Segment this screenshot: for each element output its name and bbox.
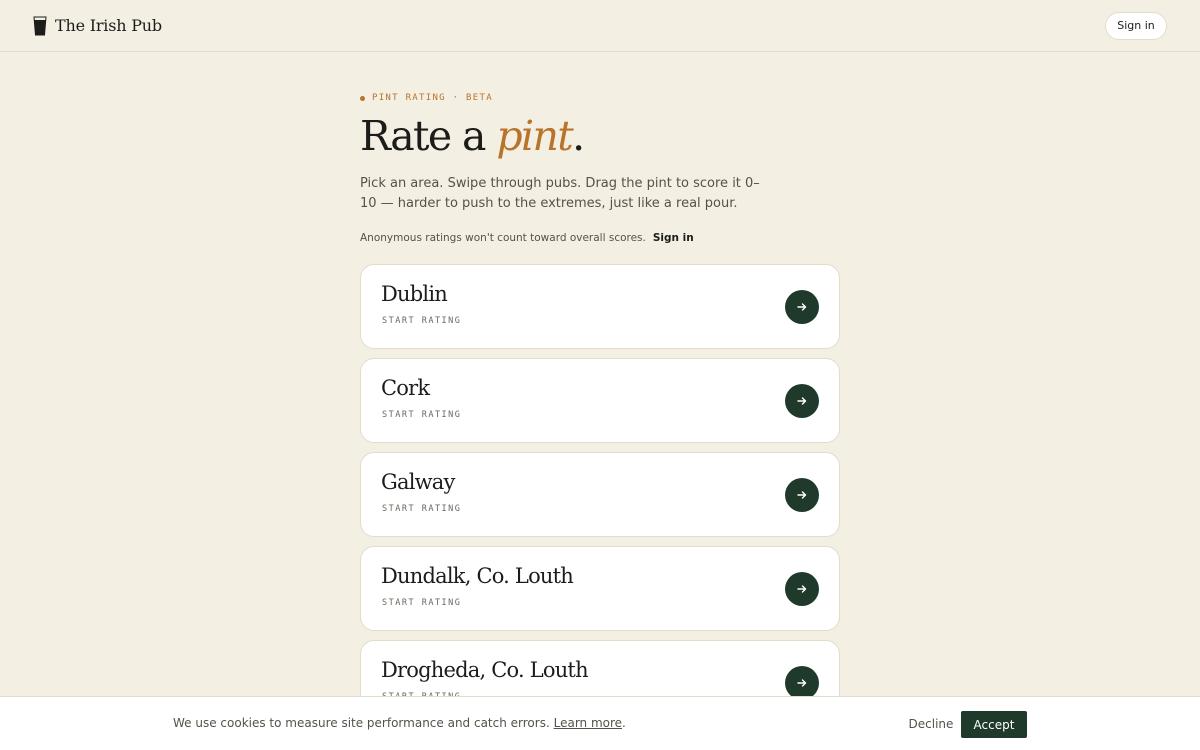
start-rating-label: START RATING bbox=[382, 598, 462, 608]
brand-name: The Irish Pub bbox=[55, 16, 162, 35]
arrow-right-icon bbox=[797, 585, 807, 593]
start-rating-label: START RATING bbox=[382, 410, 462, 420]
decline-button[interactable]: Decline bbox=[904, 712, 958, 736]
learn-more-link[interactable]: Learn more bbox=[554, 716, 622, 730]
area-name: Galway bbox=[381, 470, 455, 494]
area-card-dundalk[interactable]: Dundalk, Co. Louth START RATING bbox=[360, 546, 840, 631]
arrow-right-icon bbox=[797, 303, 807, 311]
inline-sign-in-link[interactable]: Sign in bbox=[653, 232, 694, 244]
pint-glass-icon bbox=[33, 16, 47, 36]
accept-button[interactable]: Accept bbox=[961, 711, 1027, 738]
anonymous-note-text: Anonymous ratings won't count toward ove… bbox=[360, 232, 646, 244]
arrow-right-button[interactable] bbox=[785, 572, 819, 606]
brand[interactable]: The Irish Pub bbox=[33, 16, 162, 36]
eyebrow-label: PINT RATING · BETA bbox=[372, 93, 493, 103]
arrow-right-button[interactable] bbox=[785, 666, 819, 700]
eyebrow-dot-icon bbox=[360, 95, 365, 101]
area-card-dublin[interactable]: Dublin START RATING bbox=[360, 264, 840, 349]
area-name: Dundalk, Co. Louth bbox=[381, 564, 574, 588]
title-accent: pint bbox=[496, 112, 573, 160]
cookie-banner: We use cookies to measure site performan… bbox=[0, 696, 1200, 750]
cookie-text: We use cookies to measure site performan… bbox=[173, 716, 550, 730]
arrow-right-button[interactable] bbox=[785, 478, 819, 512]
arrow-right-icon bbox=[797, 679, 807, 687]
hero: PINT RATING · BETA Rate a pint. Pick an … bbox=[360, 90, 840, 246]
page-title: Rate a pint. bbox=[360, 112, 840, 160]
anonymous-note: Anonymous ratings won't count toward ove… bbox=[360, 230, 840, 246]
start-rating-label: START RATING bbox=[382, 316, 462, 326]
area-card-cork[interactable]: Cork START RATING bbox=[360, 358, 840, 443]
area-name: Cork bbox=[381, 376, 430, 400]
area-card-galway[interactable]: Galway START RATING bbox=[360, 452, 840, 537]
arrow-right-icon bbox=[797, 397, 807, 405]
arrow-right-button[interactable] bbox=[785, 384, 819, 418]
title-suffix: . bbox=[572, 112, 585, 160]
area-name: Drogheda, Co. Louth bbox=[381, 658, 589, 682]
start-rating-label: START RATING bbox=[382, 504, 462, 514]
cookie-period: . bbox=[622, 716, 626, 730]
sign-in-button[interactable]: Sign in bbox=[1105, 11, 1167, 40]
title-prefix: Rate a bbox=[360, 112, 497, 160]
area-list: Dublin START RATING Cork START RATING Ga… bbox=[360, 264, 840, 734]
cookie-message: We use cookies to measure site performan… bbox=[173, 716, 626, 730]
arrow-right-button[interactable] bbox=[785, 290, 819, 324]
top-bar: The Irish Pub Sign in bbox=[0, 0, 1200, 52]
area-name: Dublin bbox=[381, 282, 448, 306]
arrow-right-icon bbox=[797, 491, 807, 499]
eyebrow: PINT RATING · BETA bbox=[360, 90, 840, 106]
lede: Pick an area. Swipe through pubs. Drag t… bbox=[360, 176, 760, 211]
